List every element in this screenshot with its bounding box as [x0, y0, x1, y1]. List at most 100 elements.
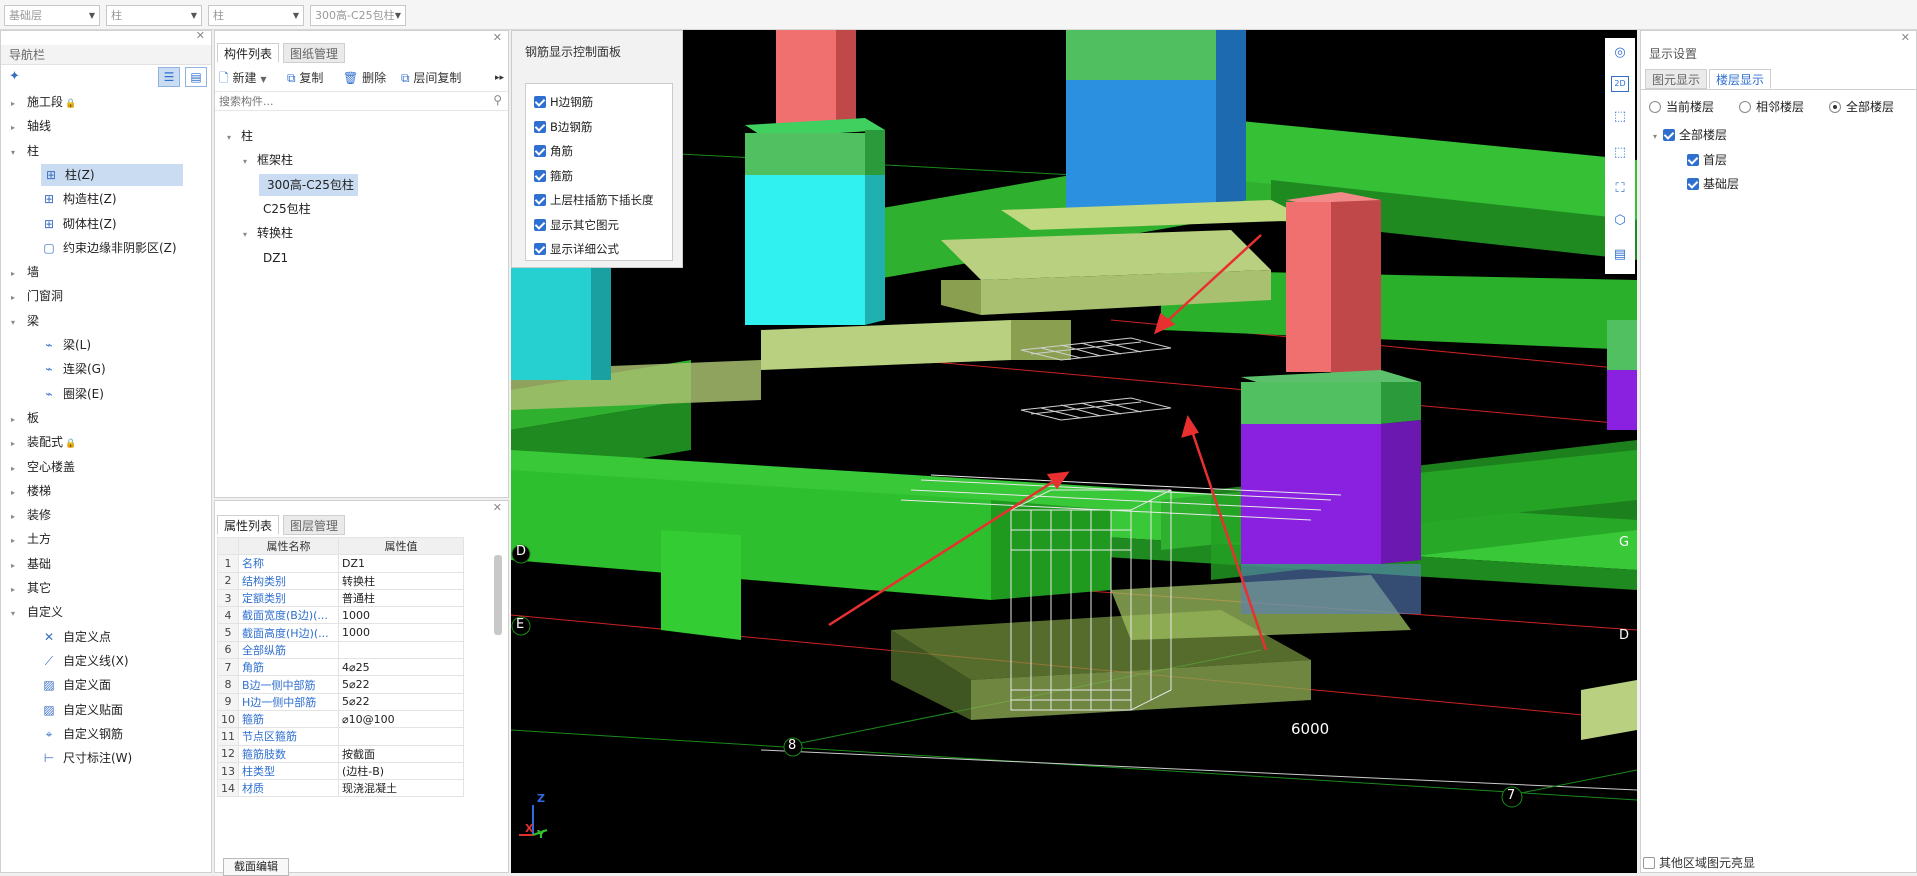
nav-item[interactable]: ▸ 土方 — [11, 528, 51, 550]
nav-item[interactable]: ⊢ 尺寸标注(W) — [41, 747, 132, 769]
nav-item[interactable]: ▨ 自定义贴面 — [41, 699, 123, 721]
detail-view-icon[interactable]: ▤ — [185, 67, 207, 87]
property-row[interactable]: 3 定额类别 普通柱 — [217, 588, 464, 608]
caret-right-icon[interactable]: ▸ — [11, 433, 21, 455]
nav-item[interactable]: ▸ 装修 — [11, 504, 51, 526]
tab-property-list[interactable]: 属性列表 — [217, 515, 280, 535]
property-value[interactable]: 1000 — [338, 623, 464, 642]
caret-right-icon[interactable]: ▸ — [11, 409, 21, 431]
nav-item[interactable]: ⌁ 梁(L) — [41, 334, 91, 356]
checkbox-icon[interactable] — [534, 218, 546, 231]
caret-down-icon[interactable]: ▾ — [11, 312, 21, 334]
nav-item[interactable]: ▸ 其它 — [11, 577, 51, 599]
component-tree-item[interactable]: C25包柱 — [259, 198, 311, 220]
checkbox-icon[interactable] — [534, 194, 546, 206]
nav-item[interactable]: ▸ 施工段 🔒 — [11, 91, 76, 113]
caret-down-icon[interactable]: ▾ — [11, 603, 21, 625]
nav-item[interactable]: ▾ 梁 — [11, 310, 39, 332]
radio-icon[interactable] — [1649, 101, 1661, 113]
caret-right-icon[interactable]: ▸ — [11, 117, 21, 139]
property-row[interactable]: 4 截面宽度(B边)(... 1000 — [217, 606, 464, 625]
category-dropdown[interactable]: 柱 ▼ — [106, 5, 202, 26]
nav-item[interactable]: ▨ 自定义面 — [41, 674, 111, 696]
property-row[interactable]: 5 截面高度(H边)(... 1000 — [217, 623, 464, 642]
iso-view-icon[interactable]: ⬚ — [1609, 142, 1631, 164]
property-row[interactable]: 12 箍筋肢数 按截面 — [217, 744, 464, 763]
component-tree-item[interactable]: 300高-C25包柱 — [259, 173, 358, 196]
floor-tree-item[interactable]: ▾ 全部楼层 — [1653, 125, 1727, 145]
property-value[interactable]: 4⌀25 — [338, 658, 464, 677]
nav-item[interactable]: ▸ 空心楼盖 — [11, 456, 75, 478]
new-button[interactable]: 🗋 新建 ▼ — [219, 67, 266, 89]
property-value[interactable]: ⌀10@100 — [338, 709, 464, 729]
component-tree-item[interactable]: DZ1 — [259, 247, 288, 269]
copy-button[interactable]: ⧉ 复制 — [287, 67, 323, 89]
floor-copy-button[interactable]: ⧉ 层间复制 — [401, 67, 461, 89]
nav-item[interactable]: ⊞ 柱(Z) — [41, 163, 183, 186]
3d-box-icon[interactable]: ⬡ — [1609, 210, 1631, 232]
nav-item[interactable]: ✕ 自定义点 — [41, 626, 111, 648]
nav-item[interactable]: ▸ 装配式 🔒 — [11, 431, 76, 453]
tab-layer-management[interactable]: 图层管理 — [283, 515, 346, 535]
checkbox-icon[interactable] — [534, 145, 546, 157]
close-icon[interactable]: ✕ — [493, 501, 502, 514]
caret-right-icon[interactable]: ▸ — [11, 287, 21, 309]
caret-right-icon[interactable]: ▸ — [11, 530, 21, 552]
fit-view-icon[interactable]: ⛶ — [1609, 178, 1631, 200]
nav-item[interactable]: ▸ 门窗洞 — [11, 285, 63, 307]
list-view-icon[interactable]: ☰ — [158, 67, 180, 87]
caret-down-icon[interactable]: ▾ — [11, 142, 21, 164]
floor-radio[interactable]: 全部楼层 — [1829, 97, 1894, 117]
property-value[interactable]: 现浇混凝土 — [338, 779, 464, 798]
close-icon[interactable]: ✕ — [196, 29, 205, 42]
3d-viewport[interactable]: D E D G 8 7 6000 X Y Z 钢筋显示控制面板 H边钢筋 B边钢筋… — [511, 30, 1637, 873]
radio-icon[interactable] — [1739, 101, 1751, 113]
search-icon[interactable]: ⚲ — [493, 93, 502, 107]
nav-item[interactable]: ▾ 柱 — [11, 140, 39, 162]
checkbox-icon[interactable] — [1687, 153, 1699, 166]
rebar-option[interactable]: 显示其它图元 — [534, 215, 619, 235]
tab-component-list[interactable]: 构件列表 — [217, 43, 280, 63]
rebar-option[interactable]: B边钢筋 — [534, 117, 592, 137]
view-2d-icon[interactable]: 2D — [1611, 76, 1629, 92]
other-area-highlight-checkbox[interactable]: 其他区域图元亮显 — [1643, 853, 1755, 873]
close-icon[interactable]: ✕ — [1901, 31, 1910, 44]
property-value[interactable] — [338, 640, 464, 660]
checkbox-icon[interactable] — [534, 243, 546, 255]
rebar-option[interactable]: 箍筋 — [534, 166, 573, 186]
caret-right-icon[interactable]: ▸ — [11, 482, 21, 504]
search-input[interactable] — [215, 92, 475, 110]
property-value[interactable]: 1000 — [338, 606, 464, 625]
property-value[interactable]: 普通柱 — [338, 588, 464, 608]
orbit-icon[interactable]: ◎ — [1609, 42, 1631, 64]
floor-radio[interactable]: 当前楼层 — [1649, 97, 1714, 117]
property-row[interactable]: 10 箍筋 ⌀10@100 — [217, 709, 464, 729]
caret-down-icon[interactable]: ▾ — [227, 127, 237, 149]
checkbox-icon[interactable] — [534, 169, 546, 182]
caret-right-icon[interactable]: ▸ — [11, 579, 21, 601]
property-row[interactable]: 2 结构类别 转换柱 — [217, 571, 464, 590]
component-tree-item[interactable]: ▾ 框架柱 — [243, 149, 293, 171]
cube-view-icon[interactable]: ⬚ — [1609, 106, 1631, 128]
pin-icon[interactable]: ✦ — [9, 69, 20, 84]
nav-item[interactable]: ⊞ 砌体柱(Z) — [41, 213, 117, 235]
nav-item[interactable]: ▢ 约束边缘非阴影区(Z) — [41, 237, 176, 259]
checkbox-icon[interactable] — [1663, 129, 1675, 141]
rebar-option[interactable]: 上层柱插筋下插长度 — [534, 190, 654, 210]
nav-item[interactable]: ⌁ 连梁(G) — [41, 358, 105, 380]
property-row[interactable]: 7 角筋 4⌀25 — [217, 658, 464, 677]
nav-item[interactable]: ▸ 轴线 — [11, 115, 51, 137]
floor-tree-item[interactable]: 基础层 — [1687, 174, 1739, 194]
property-row[interactable]: 1 名称 DZ1 — [217, 554, 464, 573]
tab-floor-display[interactable]: 楼层显示 — [1709, 69, 1772, 89]
property-value[interactable]: 5⌀22 — [338, 675, 464, 694]
view-settings-icon[interactable]: ▤ — [1609, 244, 1631, 266]
section-edit-button[interactable]: 截面编辑 — [223, 858, 289, 876]
property-value[interactable]: 按截面 — [338, 744, 464, 763]
property-row[interactable]: 8 B边一侧中部筋 5⌀22 — [217, 675, 464, 694]
floor-tree-item[interactable]: 首层 — [1687, 150, 1727, 170]
checkbox-icon[interactable] — [534, 96, 546, 108]
caret-down-icon[interactable]: ▾ — [1653, 127, 1663, 147]
property-row[interactable]: 6 全部纵筋 — [217, 640, 464, 660]
property-row[interactable]: 14 材质 现浇混凝土 — [217, 779, 464, 798]
